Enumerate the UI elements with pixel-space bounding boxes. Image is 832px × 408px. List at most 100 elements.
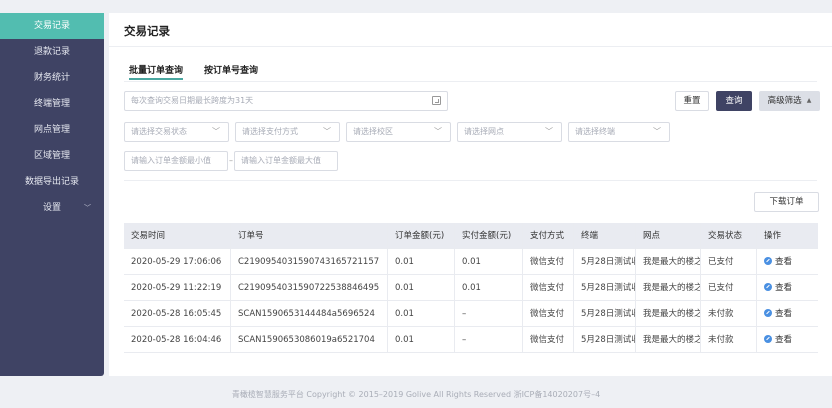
caret-up-icon: ▲ xyxy=(806,97,812,104)
cell-order-no: SCAN1590653086019a6521704 xyxy=(231,327,388,352)
cell-action: 查看 xyxy=(757,249,818,274)
view-label: 查看 xyxy=(775,335,793,345)
cell-payment-method: 微信支付 xyxy=(523,327,574,352)
download-orders-button[interactable]: 下载订单 xyxy=(754,192,819,212)
terminal-select-placeholder: 请选择终端 xyxy=(575,127,615,136)
cell-time: 2020-05-29 17:06:06 xyxy=(124,249,231,274)
outlet-select[interactable]: 请选择网点 ﹀ xyxy=(457,122,562,142)
footer-copyright: 青橄榄智慧服务平台 Copyright © 2015–2019 Golive A… xyxy=(231,390,601,399)
cell-order-no: C219095403159074316572115​7 xyxy=(231,249,388,274)
cell-paid-amount: 0.01 xyxy=(455,249,523,274)
cell-status: 已支付 xyxy=(701,249,757,274)
view-label: 查看 xyxy=(775,283,793,293)
range-separator: – xyxy=(229,156,233,165)
column-header: 交易状态 xyxy=(701,223,757,248)
cell-status: 未付款 xyxy=(701,301,757,326)
terminal-select[interactable]: 请选择终端 ﹀ xyxy=(568,122,670,142)
view-button[interactable]: 查看 xyxy=(764,309,792,319)
cell-outlet: 我是最大的楼之 xyxy=(636,327,701,352)
cell-action: 查看 xyxy=(757,327,818,352)
column-header: 网点 xyxy=(636,223,701,248)
sidebar-item-outlets[interactable]: 网点管理 xyxy=(0,117,104,143)
min-amount-input[interactable]: 请输入订单金额最小值 xyxy=(124,151,228,171)
status-select[interactable]: 请选择交易状态 ﹀ xyxy=(124,122,229,142)
main-panel: 交易记录 批量订单查询 按订单号查询 每次查询交易日期最长跨度为31天 重置 查… xyxy=(109,13,832,376)
column-header: 终端 xyxy=(574,223,636,248)
max-amount-input[interactable]: 请输入订单金额最大值 xyxy=(234,151,338,171)
view-label: 查看 xyxy=(775,309,793,319)
cell-paid-amount: 0.01 xyxy=(455,275,523,300)
cell-time: 2020-05-28 16:05:45 xyxy=(124,301,231,326)
date-range-placeholder: 每次查询交易日期最长跨度为31天 xyxy=(131,96,254,105)
divider xyxy=(124,180,817,181)
cell-time: 2020-05-28 16:04:46 xyxy=(124,327,231,352)
tab-order-number-query[interactable]: 按订单号查询 xyxy=(204,63,258,80)
sidebar-item-refunds[interactable]: 退款记录 xyxy=(0,39,104,65)
view-icon xyxy=(764,335,772,343)
cell-order-amount: 0.01 xyxy=(388,275,455,300)
page-title: 交易记录 xyxy=(124,24,170,38)
column-header: 交易时间 xyxy=(124,223,231,248)
view-label: 查看 xyxy=(775,257,793,267)
chevron-down-icon: ﹀ xyxy=(434,127,442,136)
calendar-icon[interactable] xyxy=(432,96,441,105)
column-header: 订单号 xyxy=(231,223,388,248)
cell-terminal: 5月28日测试收 xyxy=(574,249,636,274)
divider xyxy=(109,46,832,47)
cell-order-amount: 0.01 xyxy=(388,327,455,352)
cell-payment-method: 微信支付 xyxy=(523,275,574,300)
column-header: 支付方式 xyxy=(523,223,574,248)
cell-order-amount: 0.01 xyxy=(388,249,455,274)
column-header: 操作 xyxy=(764,231,782,241)
advanced-filter-label: 高级筛选 xyxy=(767,96,802,106)
sidebar-item-exports[interactable]: 数据导出记录 xyxy=(0,169,104,195)
reset-button[interactable]: 重置 xyxy=(675,91,709,111)
divider xyxy=(124,81,817,82)
column-header: 实付金额(元) xyxy=(455,223,523,248)
cell-order-no: SCAN1590653144484a5696524 xyxy=(231,301,388,326)
sidebar-item-transactions[interactable]: 交易记录 xyxy=(0,13,104,39)
cell-status: 未付款 xyxy=(701,327,757,352)
cell-payment-method: 微信支付 xyxy=(523,301,574,326)
view-button[interactable]: 查看 xyxy=(764,283,792,293)
payment-select-placeholder: 请选择支付方式 xyxy=(242,127,298,136)
min-amount-placeholder: 请输入订单金额最小值 xyxy=(131,156,211,165)
sidebar-item-finance[interactable]: 财务统计 xyxy=(0,65,104,91)
column-header: 订单金额(元) xyxy=(388,223,455,248)
sidebar-item-settings[interactable]: 设置 ﹀ xyxy=(0,195,104,221)
cell-paid-amount: – xyxy=(455,327,523,352)
cell-status: 已支付 xyxy=(701,275,757,300)
table-row: 2020-05-29 17:06:06 C21909540315907431657… xyxy=(124,249,818,275)
chevron-down-icon: ﹀ xyxy=(653,127,661,136)
cell-outlet: 我是最大的楼之 xyxy=(636,301,701,326)
campus-select-placeholder: 请选择校区 xyxy=(353,127,393,136)
table-row: 2020-05-29 11:22:19 C21909540315907225388… xyxy=(124,275,818,301)
sidebar-item-terminals[interactable]: 终端管理 xyxy=(0,91,104,117)
table-row: 2020-05-28 16:05:45 SCAN1590653144484a569… xyxy=(124,301,818,327)
payment-method-select[interactable]: 请选择支付方式 ﹀ xyxy=(235,122,340,142)
view-icon xyxy=(764,283,772,291)
date-range-input[interactable]: 每次查询交易日期最长跨度为31天 xyxy=(124,91,448,111)
table-row: 2020-05-28 16:04:46 SCAN1590653086019a652… xyxy=(124,327,818,353)
cell-payment-method: 微信支付 xyxy=(523,249,574,274)
view-button[interactable]: 查看 xyxy=(764,257,792,267)
cell-paid-amount: – xyxy=(455,301,523,326)
chevron-down-icon: ﹀ xyxy=(545,127,553,136)
cell-order-amount: 0.01 xyxy=(388,301,455,326)
cell-outlet: 我是最大的楼之 xyxy=(636,249,701,274)
cell-outlet: 我是最大的楼之 xyxy=(636,275,701,300)
sidebar-item-regions[interactable]: 区域管理 xyxy=(0,143,104,169)
cell-action: 查看 xyxy=(757,301,818,326)
status-select-placeholder: 请选择交易状态 xyxy=(131,127,187,136)
sidebar: 交易记录 退款记录 财务统计 终端管理 网点管理 区域管理 数据导出记录 设置 … xyxy=(0,13,104,376)
chevron-down-icon: ﹀ xyxy=(212,127,220,136)
campus-select[interactable]: 请选择校区 ﹀ xyxy=(346,122,451,142)
view-button[interactable]: 查看 xyxy=(764,335,792,345)
tab-batch-query[interactable]: 批量订单查询 xyxy=(129,63,184,80)
advanced-filter-button[interactable]: 高级筛选 ▲ xyxy=(759,91,820,111)
cell-time: 2020-05-29 11:22:19 xyxy=(124,275,231,300)
cell-action: 查看 xyxy=(757,275,818,300)
query-button[interactable]: 查询 xyxy=(716,91,752,111)
cell-terminal: 5月28日测试收 xyxy=(574,327,636,352)
outlet-select-placeholder: 请选择网点 xyxy=(464,127,504,136)
